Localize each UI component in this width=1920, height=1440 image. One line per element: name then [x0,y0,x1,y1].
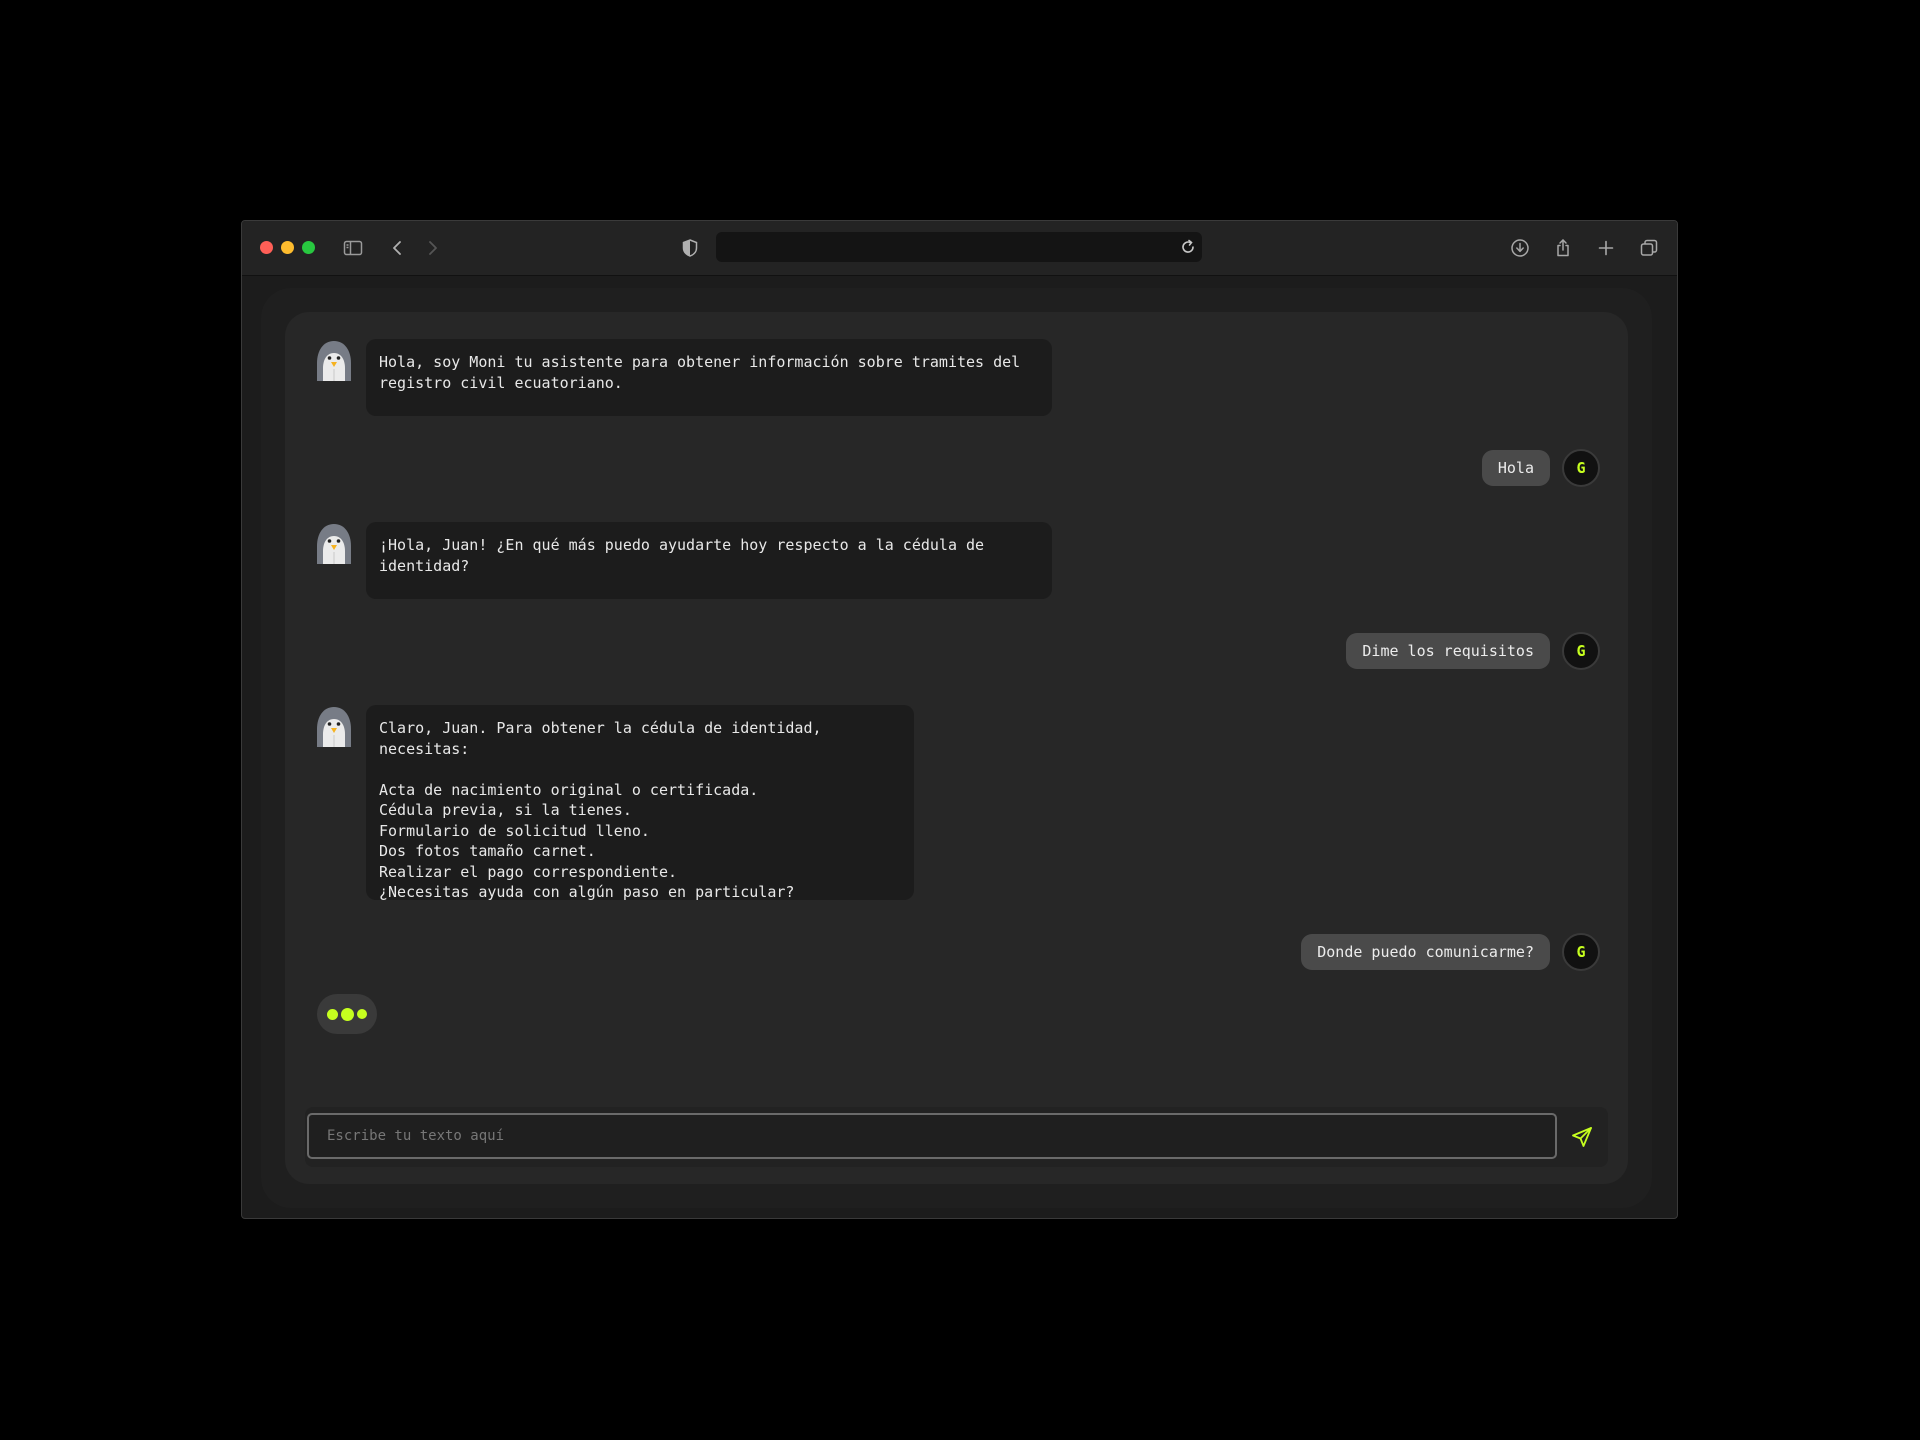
typing-dot [357,1009,367,1019]
user-message-row: Donde puedo comunicarme? G [1301,933,1600,971]
typing-dot [341,1007,354,1021]
user-message-row: Dime los requisitos G [1346,632,1600,670]
send-icon[interactable] [1570,1125,1594,1149]
shield-icon[interactable] [677,235,703,261]
user-message: Dime los requisitos [1346,633,1550,669]
sidebar-icon[interactable] [340,235,366,261]
typing-dot [327,1008,338,1020]
typing-indicator [317,994,377,1034]
chat-panel: Hola, soy Moni tu asistente para obtener… [285,312,1628,1184]
penguin-bot-avatar-icon [317,341,351,381]
user-avatar: G [1562,933,1600,971]
user-avatar: G [1562,449,1600,487]
plus-icon[interactable] [1593,235,1619,261]
minimize-window-button[interactable] [281,241,294,254]
download-icon[interactable] [1507,235,1533,261]
chevron-right-icon[interactable] [419,235,445,261]
browser-window: Hola, soy Moni tu asistente para obtener… [241,220,1678,1219]
bot-message: Claro, Juan. Para obtener la cédula de i… [366,705,914,901]
penguin-bot-avatar-icon [317,707,351,747]
share-icon[interactable] [1550,235,1576,261]
message-composer [305,1107,1608,1167]
zoom-window-button[interactable] [302,241,315,254]
bot-message: ¡Hola, Juan! ¿En qué más puedo ayudarte … [366,522,1052,599]
user-message: Hola [1481,450,1550,486]
close-window-button[interactable] [260,241,273,254]
user-message: Donde puedo comunicarme? [1301,934,1550,970]
address-bar[interactable] [716,232,1202,262]
user-message-row: Hola G [1481,449,1600,487]
user-avatar: G [1562,632,1600,670]
chevron-left-icon[interactable] [385,235,411,261]
message-input[interactable] [307,1113,1557,1159]
browser-toolbar [242,221,1677,276]
tabs-overview-icon[interactable] [1636,235,1662,261]
reload-icon[interactable] [1178,237,1198,257]
bot-message: Hola, soy Moni tu asistente para obtener… [366,339,1052,416]
app-container: Hola, soy Moni tu asistente para obtener… [261,288,1652,1208]
penguin-bot-avatar-icon [317,524,351,564]
